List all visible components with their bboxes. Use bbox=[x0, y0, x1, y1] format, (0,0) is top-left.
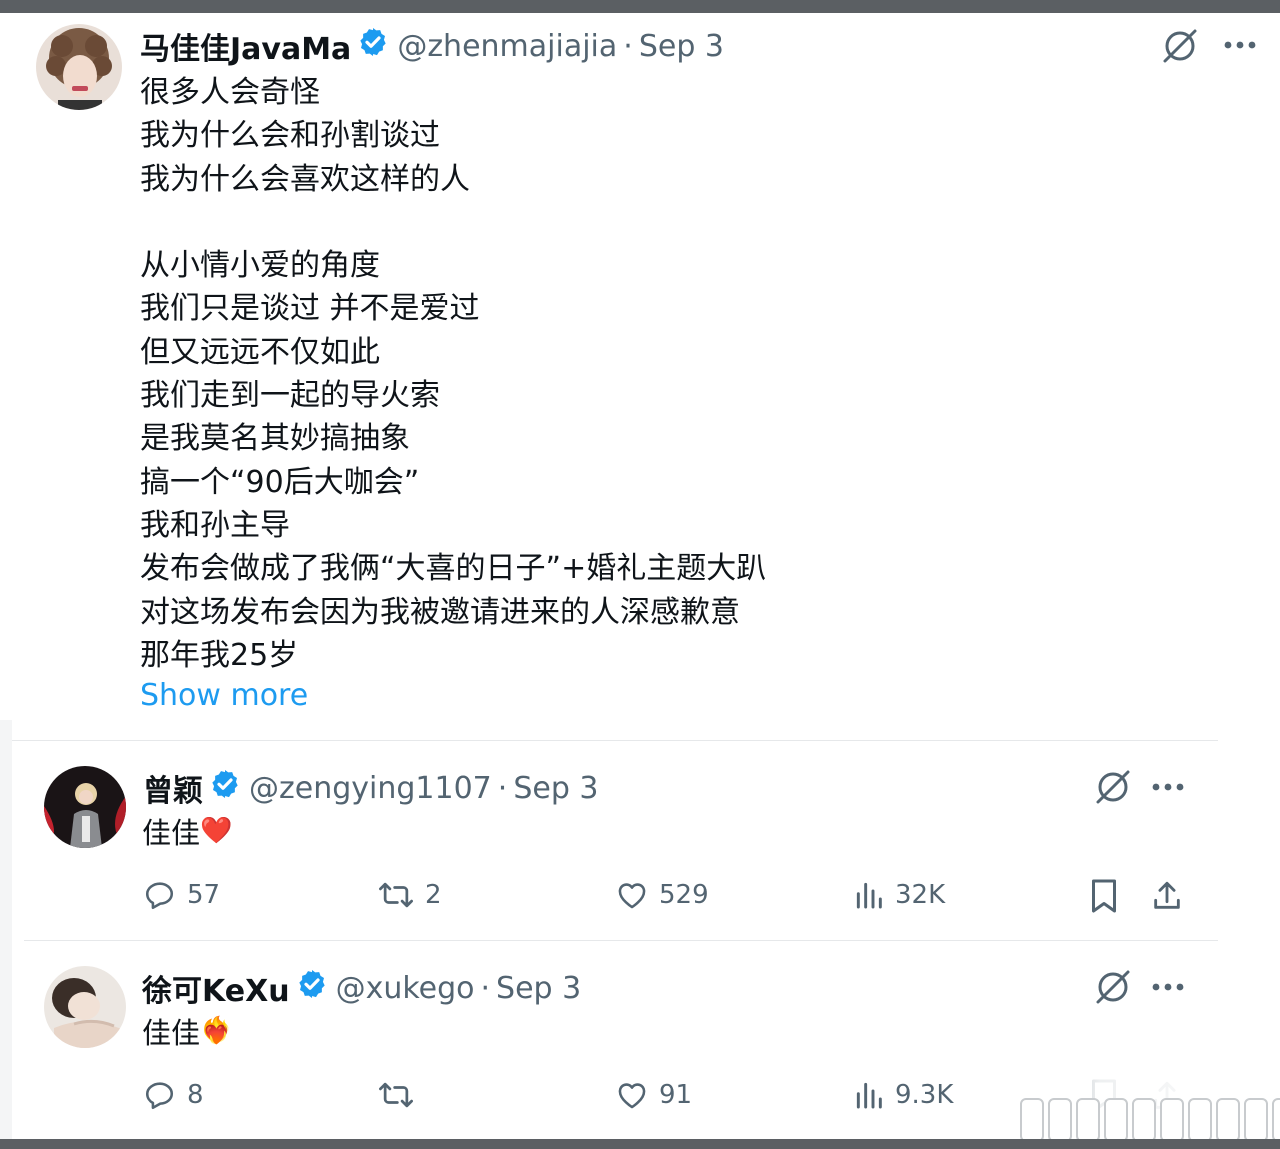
watermark-mark bbox=[1104, 1098, 1128, 1142]
retweet-icon bbox=[379, 882, 413, 908]
bottom-border bbox=[0, 1139, 1280, 1149]
tweet-line: 我们走到一起的导火索 bbox=[140, 378, 440, 414]
tweet-date[interactable]: Sep 3 bbox=[496, 971, 581, 1006]
tweet-line: 我为什么会喜欢这样的人 bbox=[140, 161, 470, 197]
more-icon[interactable] bbox=[1148, 972, 1188, 1002]
share-button[interactable] bbox=[1148, 876, 1186, 916]
bookmark-button[interactable] bbox=[1086, 876, 1122, 916]
avatar[interactable] bbox=[44, 766, 126, 848]
bookmark-icon bbox=[1092, 879, 1116, 913]
reply-header: 徐可KeXu @xukego · Sep 3 bbox=[142, 966, 581, 1010]
tweet-line: 发布会做成了我俩“大喜的日子”+婚礼主题大趴 bbox=[140, 551, 767, 587]
author-name[interactable]: 马佳佳JavaMa bbox=[140, 24, 351, 68]
author-name[interactable]: 徐可KeXu bbox=[142, 966, 290, 1010]
reply-text: 佳佳 bbox=[142, 1016, 201, 1050]
views-icon bbox=[856, 1082, 882, 1109]
verified-badge-icon bbox=[296, 968, 328, 1008]
tweet-date[interactable]: Sep 3 bbox=[513, 771, 598, 806]
separator-dot: · bbox=[497, 770, 508, 806]
retweet-icon bbox=[379, 1082, 413, 1108]
watermark-mark bbox=[1132, 1098, 1156, 1142]
tweet-line: 我为什么会和孙割谈过 bbox=[140, 118, 440, 154]
grok-icon[interactable] bbox=[1158, 26, 1202, 66]
tweet-line bbox=[140, 201, 766, 244]
tweet-line: 我们只是谈过 并不是爱过 bbox=[140, 291, 480, 327]
reply-icon bbox=[145, 882, 174, 910]
grok-icon[interactable] bbox=[1091, 766, 1135, 808]
verified-badge-icon bbox=[209, 768, 241, 808]
retweet-button[interactable]: 2 bbox=[377, 875, 442, 915]
tweet-line: 对这场发布会因为我被邀请进来的人深感歉意 bbox=[140, 594, 740, 630]
main-tweet-header: 马佳佳JavaMa @zhenmajiajia · Sep 3 bbox=[140, 24, 724, 68]
share-icon bbox=[1154, 881, 1180, 909]
more-icon[interactable] bbox=[1220, 30, 1260, 60]
views-icon bbox=[856, 882, 882, 909]
left-edge bbox=[0, 720, 12, 1139]
heart-fire-emoji: ❤️‍🔥 bbox=[200, 1016, 233, 1046]
views-button[interactable]: 9.3K bbox=[853, 1075, 953, 1115]
divider bbox=[24, 940, 1218, 941]
watermark-mark bbox=[1076, 1098, 1100, 1142]
tweet-line: 从小情小爱的角度 bbox=[140, 248, 380, 284]
tweet-line: 我和孙主导 bbox=[140, 507, 290, 543]
tweet-line: 那年我25岁 bbox=[140, 637, 299, 673]
avatar[interactable] bbox=[36, 24, 122, 110]
top-border bbox=[0, 0, 1280, 13]
views-button[interactable]: 32K bbox=[853, 875, 945, 915]
tweet-date[interactable]: Sep 3 bbox=[639, 29, 724, 64]
watermark-mark bbox=[1160, 1098, 1184, 1142]
tweet-line: 是我莫名其妙搞抽象 bbox=[140, 421, 410, 457]
watermark-mark bbox=[1020, 1098, 1044, 1142]
tweet-line: 很多人会奇怪 bbox=[140, 75, 320, 110]
reply-button[interactable]: 8 bbox=[143, 1075, 204, 1115]
retweet-count: 2 bbox=[425, 880, 442, 910]
more-icon[interactable] bbox=[1148, 772, 1188, 802]
like-button[interactable]: 529 bbox=[615, 875, 709, 915]
like-icon bbox=[618, 1083, 646, 1109]
author-handle[interactable]: @zengying1107 bbox=[249, 771, 492, 806]
reply-button[interactable]: 57 bbox=[143, 875, 220, 915]
tweet-body: 很多人会奇怪 我为什么会和孙割谈过 我为什么会喜欢这样的人 从小情小爱的角度 我… bbox=[140, 71, 766, 677]
like-count: 91 bbox=[659, 1080, 693, 1110]
verified-badge-icon bbox=[357, 26, 389, 66]
retweet-button[interactable] bbox=[377, 1075, 425, 1115]
divider bbox=[12, 740, 1218, 741]
reply-count: 57 bbox=[187, 880, 221, 910]
reply-header: 曾颖 @zengying1107 · Sep 3 bbox=[143, 766, 598, 810]
reply-icon bbox=[145, 1082, 174, 1110]
show-more-link[interactable]: Show more bbox=[140, 678, 308, 713]
like-button[interactable]: 91 bbox=[615, 1075, 692, 1115]
reply-body: 佳佳 ❤️ bbox=[142, 810, 232, 852]
reply-text: 佳佳 bbox=[142, 816, 201, 850]
reply-count: 8 bbox=[187, 1080, 204, 1110]
author-handle[interactable]: @xukego bbox=[336, 971, 475, 1006]
like-count: 529 bbox=[659, 880, 709, 910]
views-count: 32K bbox=[895, 880, 946, 910]
separator-dot: · bbox=[480, 970, 491, 1006]
watermark-mark bbox=[1244, 1098, 1268, 1142]
author-name[interactable]: 曾颖 bbox=[143, 766, 203, 810]
views-count: 9.3K bbox=[895, 1080, 954, 1110]
heart-emoji: ❤️ bbox=[200, 816, 233, 846]
watermark-mark bbox=[1216, 1098, 1240, 1142]
author-handle[interactable]: @zhenmajiajia bbox=[397, 29, 617, 64]
avatar[interactable] bbox=[44, 966, 126, 1048]
separator-dot: · bbox=[623, 28, 633, 64]
tweet-line: 搞一个“90后大咖会” bbox=[140, 464, 420, 500]
like-icon bbox=[618, 883, 646, 909]
watermark-mark bbox=[1048, 1098, 1072, 1142]
grok-icon[interactable] bbox=[1091, 966, 1135, 1008]
watermark-mark bbox=[1272, 1098, 1280, 1142]
watermark bbox=[1020, 1098, 1280, 1142]
tweet-line: 但又远远不仅如此 bbox=[140, 334, 380, 370]
reply-body: 佳佳 ❤️‍🔥 bbox=[142, 1010, 232, 1052]
watermark-mark bbox=[1188, 1098, 1212, 1142]
